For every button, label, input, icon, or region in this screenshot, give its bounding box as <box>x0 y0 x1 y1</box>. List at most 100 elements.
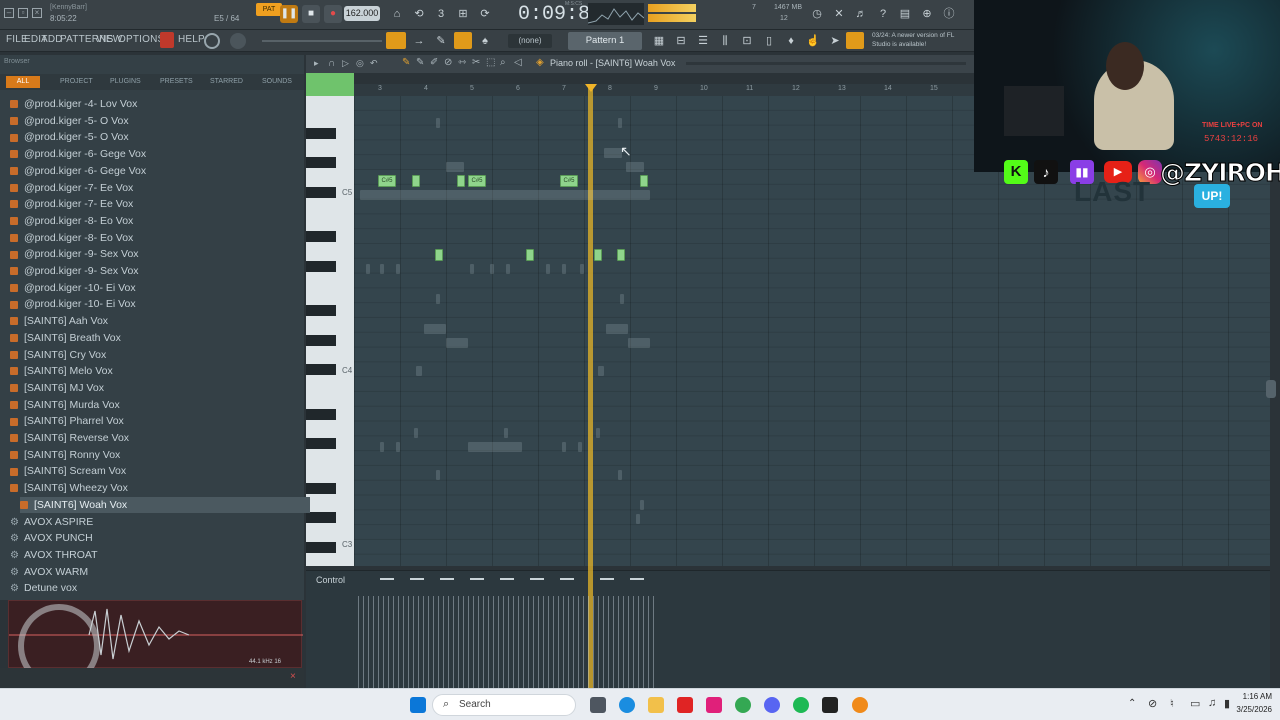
browser-item[interactable]: [SAINT6] Reverse Vox <box>10 430 300 446</box>
save-icon[interactable]: ▤ <box>896 5 914 23</box>
velocity-bar[interactable] <box>593 596 594 688</box>
velocity-bar[interactable] <box>453 596 454 688</box>
midi-note[interactable] <box>640 175 648 187</box>
velocity-bar[interactable] <box>428 596 429 688</box>
info-icon[interactable]: ⓘ <box>940 5 958 23</box>
piano-keyboard[interactable] <box>306 96 354 566</box>
black-key[interactable] <box>306 260 336 272</box>
black-key[interactable] <box>306 305 336 317</box>
draw-tool-icon[interactable]: ✎ <box>402 57 410 68</box>
velocity-bar[interactable] <box>443 596 444 688</box>
zoom-tool-icon[interactable]: ⌕ <box>500 57 506 68</box>
velocity-bar[interactable] <box>438 596 439 688</box>
browser-item[interactable]: @prod.kiger -4- Lov Vox <box>10 96 300 112</box>
velocity-bar[interactable] <box>468 596 469 688</box>
preset-item[interactable]: ⚙ Detune vox <box>10 580 300 596</box>
windows-start-icon[interactable] <box>410 697 426 713</box>
velocity-bar[interactable] <box>383 596 384 688</box>
adobe-icon[interactable] <box>677 697 693 713</box>
velocity-bar[interactable] <box>403 596 404 688</box>
playhead-marker[interactable] <box>585 84 597 92</box>
metronome-icon[interactable]: ⌂ <box>388 5 406 23</box>
velocity-bar[interactable] <box>628 596 629 688</box>
browser-item[interactable]: @prod.kiger -5- O Vox <box>10 113 300 129</box>
browser-item[interactable]: [SAINT6] Murda Vox <box>10 397 300 413</box>
velocity-bar[interactable] <box>373 596 374 688</box>
close-icon[interactable]: × <box>32 8 42 18</box>
velocity-bar[interactable] <box>553 596 554 688</box>
velocity-bar[interactable] <box>548 596 549 688</box>
obs-icon[interactable] <box>822 697 838 713</box>
playback-tool-icon[interactable]: ◁ <box>514 57 522 68</box>
velocity-bar[interactable] <box>538 596 539 688</box>
pattern-selector[interactable]: Pattern 1 <box>568 32 642 50</box>
browser-item[interactable]: @prod.kiger -6- Gege Vox <box>10 163 300 179</box>
display-tray-icon[interactable]: ▭ <box>1190 697 1200 710</box>
velocity-bar[interactable] <box>633 596 634 688</box>
browser-item[interactable]: @prod.kiger -8- Eo Vox <box>10 213 300 229</box>
black-key[interactable] <box>306 542 336 553</box>
browser-item[interactable]: @prod.kiger -5- O Vox <box>10 129 300 145</box>
tab-project[interactable]: PROJECT <box>60 78 93 85</box>
master-volume-knob[interactable] <box>204 33 220 49</box>
midi-note[interactable]: C#5 <box>560 175 578 187</box>
tempo-tap-icon[interactable]: ◷ <box>808 5 826 23</box>
vertical-scrollbar[interactable] <box>1266 380 1276 398</box>
velocity-bar[interactable] <box>608 596 609 688</box>
browser-item[interactable]: [SAINT6] Ronny Vox <box>10 447 300 463</box>
preset-item[interactable]: ⚙ AVOX WARM <box>10 564 300 580</box>
browser-item[interactable]: [SAINT6] Melo Vox <box>10 363 300 379</box>
select-tool-icon[interactable]: ⬚ <box>486 57 495 68</box>
tab-sounds[interactable]: SOUNDS <box>262 78 292 85</box>
velocity-bar[interactable] <box>558 596 559 688</box>
velocity-bar[interactable] <box>488 596 489 688</box>
browser-item[interactable]: @prod.kiger -9- Sex Vox <box>10 246 300 262</box>
velocity-bar[interactable] <box>423 596 424 688</box>
velocity-bar[interactable] <box>378 596 379 688</box>
countdown-icon[interactable]: 3 <box>432 5 450 23</box>
black-key[interactable] <box>306 364 336 376</box>
delete-tool-icon[interactable]: ✐ <box>430 57 438 68</box>
velocity-bar[interactable] <box>398 596 399 688</box>
wait-input-icon[interactable]: ⟲ <box>410 5 428 23</box>
snap-select[interactable]: (none) <box>508 34 552 48</box>
pat-song-toggle[interactable]: PAT <box>256 3 282 16</box>
browser-toggle-icon[interactable]: ▯ <box>760 32 778 50</box>
time-ruler[interactable]: 3 4 5 6 7 8 9 10 11 12 13 14 15 <box>354 84 974 96</box>
browser-item[interactable]: @prod.kiger -10- Ei Vox <box>10 296 300 312</box>
tab-starred[interactable]: STARRED <box>210 78 243 85</box>
velocity-bar[interactable] <box>653 596 654 688</box>
update-notice[interactable]: 03/24: A newer version of FL Studio is a… <box>872 31 964 49</box>
pencil-icon[interactable]: ✎ <box>432 32 450 50</box>
velocity-bar[interactable] <box>363 596 364 688</box>
black-key[interactable] <box>306 334 336 346</box>
velocity-bar[interactable] <box>533 596 534 688</box>
channel-rack-icon[interactable]: ☰ <box>694 32 712 50</box>
master-pitch-knob[interactable] <box>230 33 246 49</box>
plugin-icon[interactable]: ⊕ <box>918 5 936 23</box>
browser-item[interactable]: @prod.kiger -9- Sex Vox <box>10 263 300 279</box>
velocity-bar[interactable] <box>518 596 519 688</box>
velocity-bar[interactable] <box>493 596 494 688</box>
menu-arrow-icon[interactable]: ▸ <box>314 58 319 69</box>
play-icon[interactable]: ▷ <box>342 58 349 69</box>
browser-item[interactable]: [SAINT6] Breath Vox <box>10 330 300 346</box>
news-icon[interactable] <box>846 32 864 49</box>
velocity-bar[interactable] <box>498 596 499 688</box>
velocity-bar[interactable] <box>578 596 579 688</box>
velocity-bar[interactable] <box>458 596 459 688</box>
midi-note[interactable] <box>526 249 534 261</box>
volume-tray-icon[interactable]: ♫ <box>1208 697 1216 709</box>
preset-item[interactable]: ⚙ AVOX ASPIRE <box>10 514 300 530</box>
pattern-mode-button[interactable] <box>386 32 406 49</box>
midi-note[interactable]: C#5 <box>378 175 396 187</box>
midi-note[interactable]: C#5 <box>468 175 486 187</box>
menu-help[interactable]: HELP <box>178 34 205 45</box>
black-key[interactable] <box>306 408 336 420</box>
online-icon[interactable]: ➤ <box>826 32 844 50</box>
velocity-bar[interactable] <box>448 596 449 688</box>
velocity-bar[interactable] <box>508 596 509 688</box>
fl-studio-icon[interactable] <box>852 697 868 713</box>
touch-controller-icon[interactable]: ☝ <box>804 32 822 50</box>
velocity-bar[interactable] <box>613 596 614 688</box>
